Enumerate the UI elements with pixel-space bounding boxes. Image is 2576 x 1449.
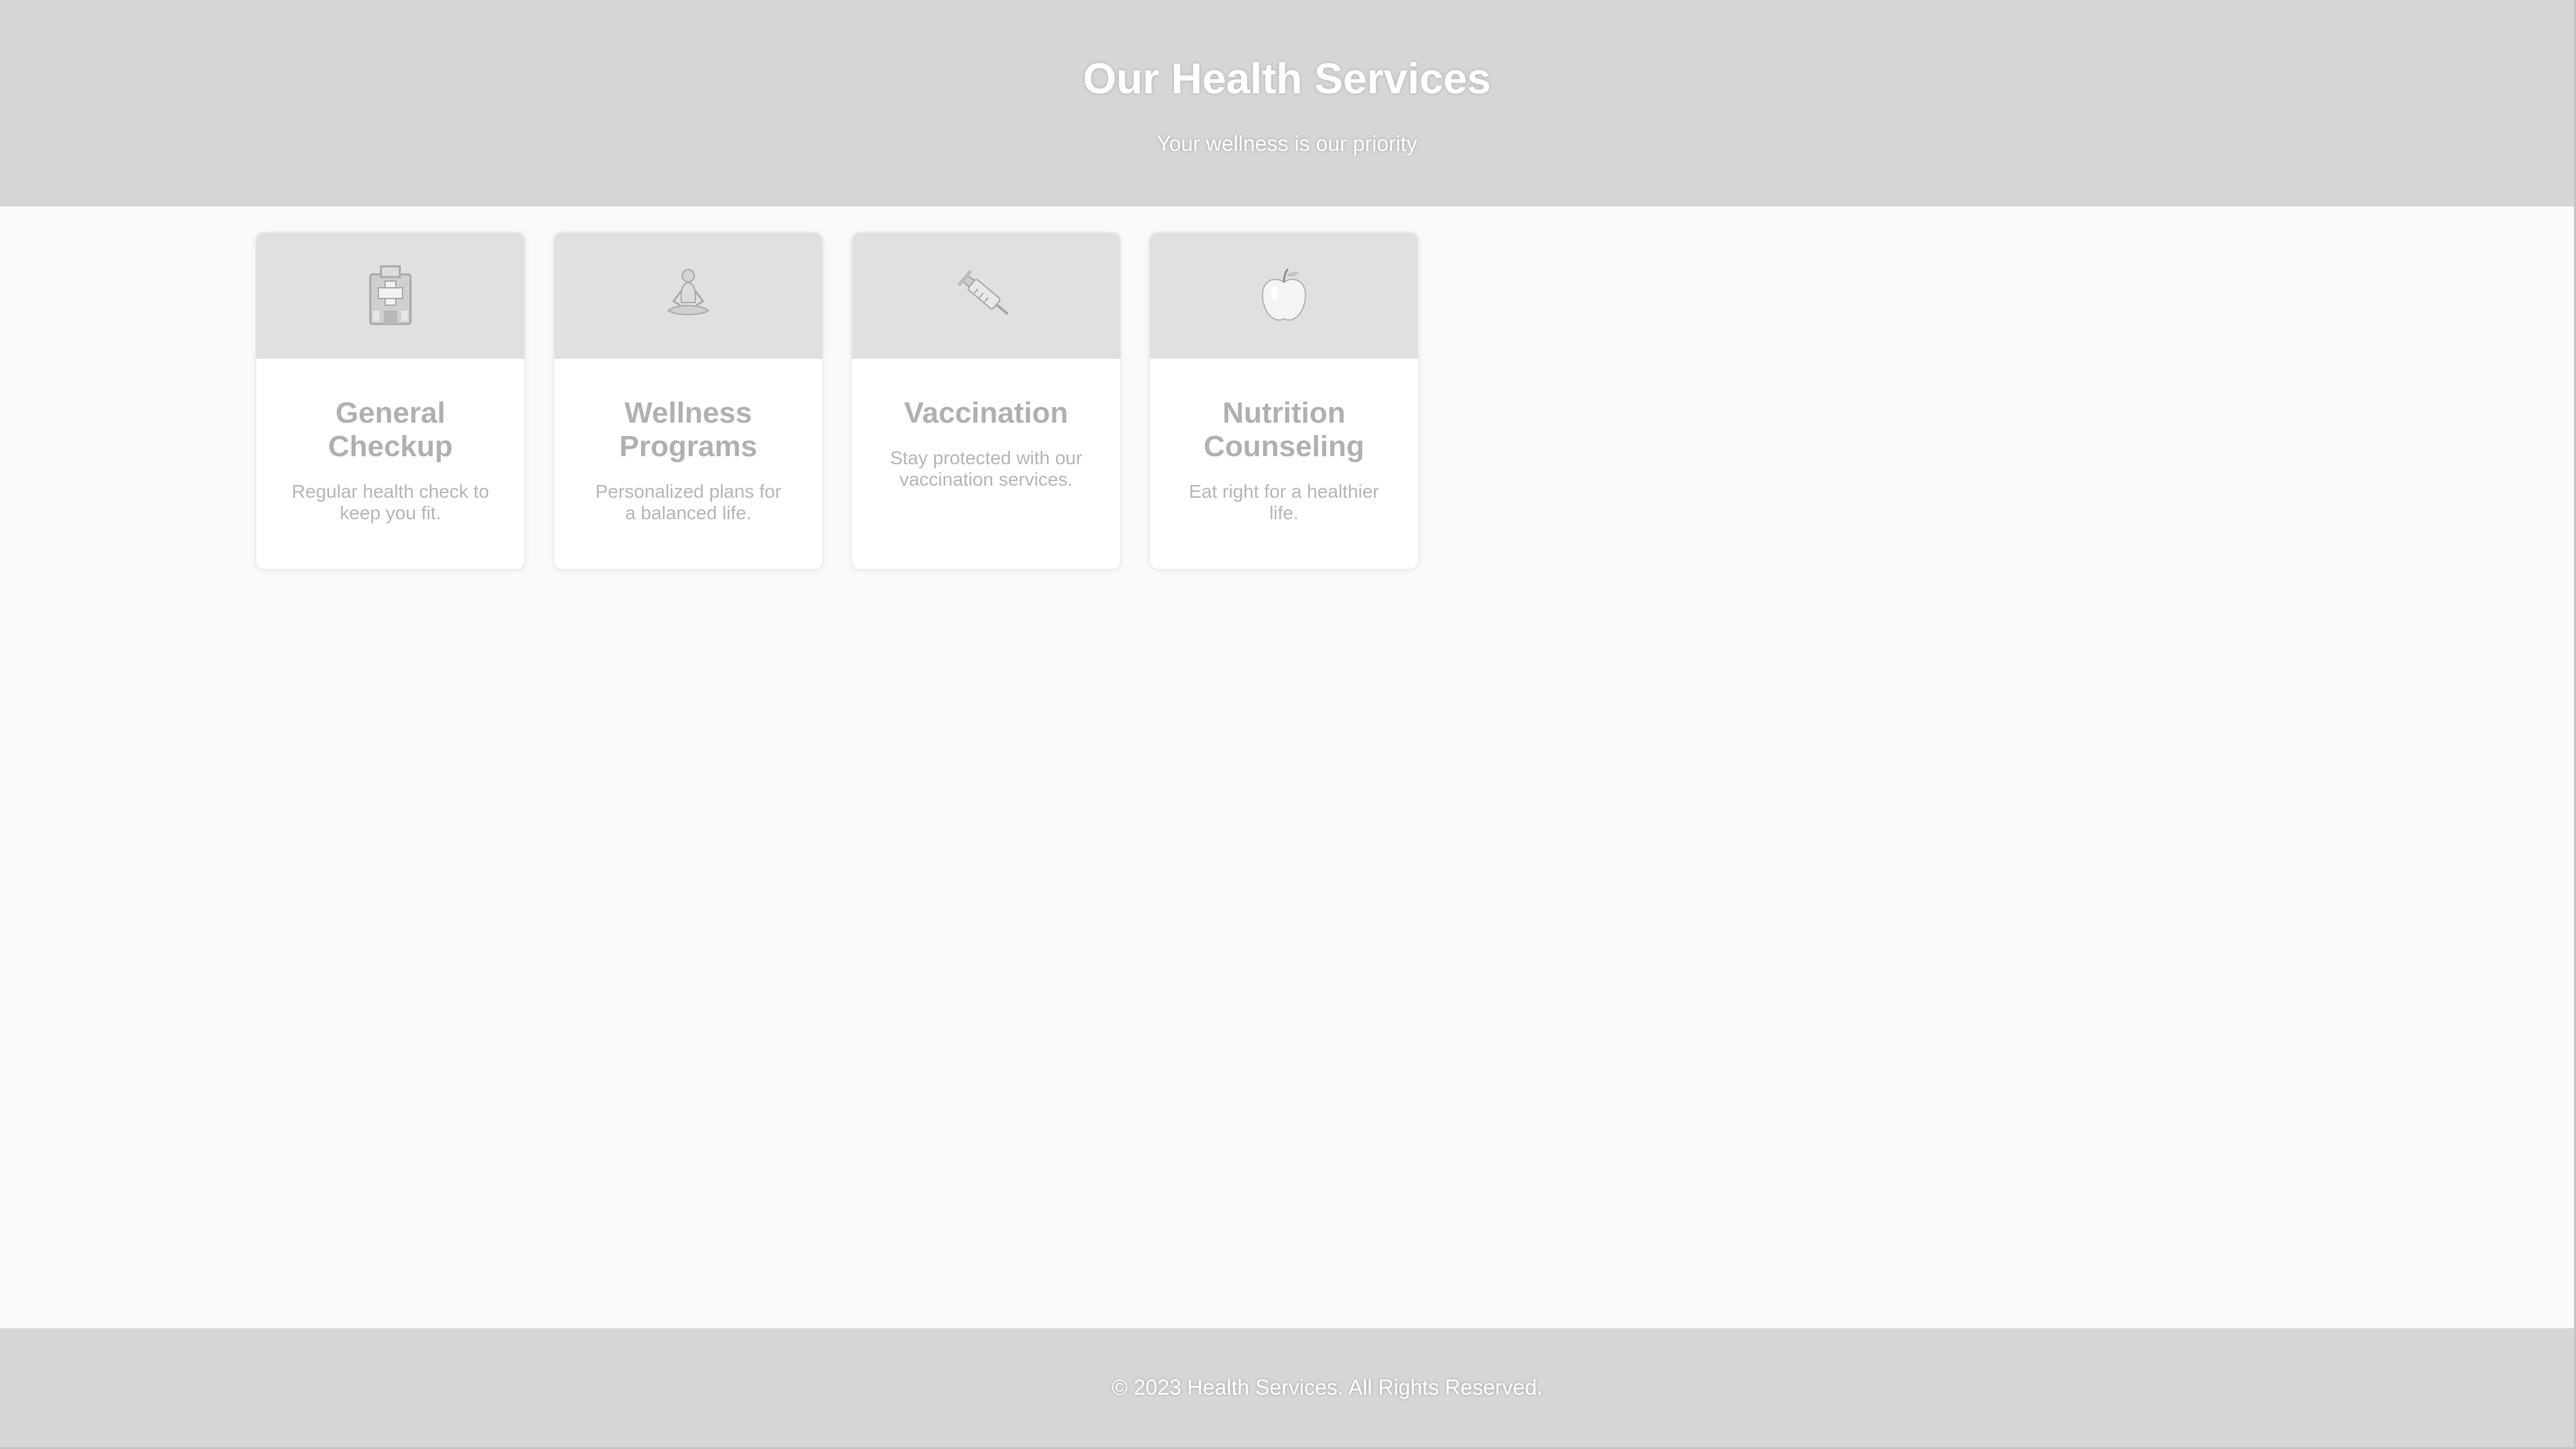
page-footer: © 2023 Health Services. All Rights Reser… xyxy=(0,1328,2574,1447)
service-card-image xyxy=(554,233,822,359)
hospital-icon xyxy=(369,265,412,325)
service-description: Regular health check to keep you fit. xyxy=(291,481,490,523)
service-card-vaccination[interactable]: Vaccination Stay protected with our vacc… xyxy=(851,231,1122,570)
service-card-general-checkup[interactable]: General Checkup Regular health check to … xyxy=(255,231,526,570)
service-card-nutrition-counseling[interactable]: Nutrition Counseling Eat right for a hea… xyxy=(1148,231,1419,570)
copyright-text: © 2023 Health Services. All Rights Reser… xyxy=(1112,1375,1543,1399)
service-description: Personalized plans for a balanced life. xyxy=(595,481,782,523)
service-card-wellness-programs[interactable]: Wellness Programs Personalized plans for… xyxy=(553,231,824,570)
page-subtitle: Your wellness is our priority xyxy=(1157,131,1417,156)
page-title: Our Health Services xyxy=(1083,54,1491,103)
service-description: Stay protected with our vaccination serv… xyxy=(890,447,1083,490)
service-title: General Checkup xyxy=(328,396,453,463)
service-title: Vaccination xyxy=(904,396,1069,429)
service-card-image xyxy=(1150,233,1418,359)
services-grid: General Checkup Regular health check to … xyxy=(255,231,1419,570)
syringe-icon xyxy=(957,269,1009,315)
page: Our Health Services Your wellness is our… xyxy=(0,0,2576,1449)
service-card-image xyxy=(256,233,525,359)
service-card-image xyxy=(852,233,1120,359)
service-title: Nutrition Counseling xyxy=(1203,396,1364,463)
meditation-icon xyxy=(667,269,710,315)
service-title: Wellness Programs xyxy=(619,396,757,463)
service-description: Eat right for a healthier life. xyxy=(1189,481,1379,523)
apple-icon xyxy=(1261,268,1307,321)
page-header: Our Health Services Your wellness is our… xyxy=(0,0,2574,207)
